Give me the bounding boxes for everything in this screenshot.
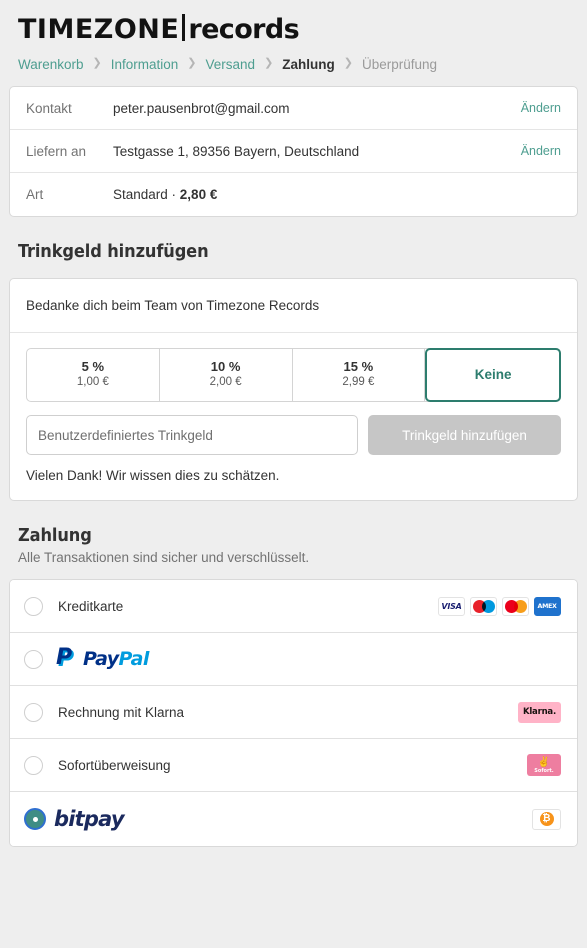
breadcrumb-item-information[interactable]: Information [111,57,179,72]
klarna-icon-wrap: Klarna. [517,701,561,723]
klarna-icon-text: Klarna. [522,707,556,717]
tip-heading: Trinkgeld hinzufügen [18,241,209,262]
custom-tip-input[interactable] [26,415,358,455]
tip-thanks-text: Vielen Dank! Wir wissen dies zu schätzen… [26,468,280,483]
payment-option-sofort[interactable]: Sofortüberweisung ✌ Sofort. [10,739,577,792]
payment-option-bitpay[interactable]: bitpay ₿ [10,792,577,846]
maestro-circles [472,599,495,613]
payment-option-credit-card[interactable]: Kreditkarte VISA AMEX [10,580,577,633]
payment-label-paypal: P P PayPal [56,645,561,672]
tip-option-none[interactable]: Keine [425,348,561,402]
store-logo[interactable]: TIMEZONE records [9,0,578,47]
review-value-shipping-address: Testgasse 1, 89356 Bayern, Deutschland [113,143,360,159]
logo-part-records: records [188,13,300,45]
mastercard-icon [502,596,529,616]
chevron-right-icon: ❯ [264,57,274,69]
sofort-icon-wrap: ✌ Sofort. [527,754,561,776]
radio-bitpay[interactable] [24,808,46,830]
visa-icon: VISA [438,596,465,616]
review-label-shipping-method: Art [26,187,44,202]
shipping-method-price: 2,80 € [179,187,218,202]
paypal-word-pal: Pal [118,648,150,670]
tip-option-10[interactable]: 10 % 2,00 € [159,349,293,401]
payment-label-sofort: Sofortüberweisung [58,757,171,773]
change-shipping-address-link[interactable]: Ändern [521,144,561,158]
tip-option-15-percent: 15 % [343,359,374,375]
radio-klarna[interactable] [24,702,43,722]
tip-option-none-label: Keine [474,366,512,382]
review-row-contact: Kontakt peter.pausenbrot@gmail.com Änder… [10,87,577,130]
chevron-right-icon: ❯ [92,57,102,69]
review-label-shipping-address: Liefern an [26,143,87,159]
visa-icon-text: VISA [441,601,462,611]
radio-paypal[interactable] [24,649,43,669]
logo-divider-bar [182,13,186,41]
logo-part-timezone: TIMEZONE [18,13,180,45]
breadcrumb-item-warenkorb[interactable]: Warenkorb [18,57,84,72]
tip-option-5-amount: 1,00 € [76,376,109,389]
tip-option-10-percent: 10 % [210,359,241,375]
paypal-wordmark: PayPal [83,648,149,670]
payment-section: Zahlung Alle Transaktionen sind sicher u… [9,525,578,847]
paypal-word-pay: Pay [83,648,119,670]
review-label-contact: Kontakt [26,100,72,116]
chevron-right-icon: ❯ [343,57,353,69]
review-row-shipping-method: Art Standard · 2,80 € [10,173,577,216]
bitcoin-icon-wrap: ₿ [532,808,561,830]
payment-subtitle: Alle Transaktionen sind sicher und versc… [18,550,310,565]
tip-option-15-amount: 2,99 € [342,376,375,389]
tip-option-10-amount: 2,00 € [209,376,242,389]
checkout-page: TIMEZONE records Warenkorb ❯ Information… [0,0,587,847]
review-row-shipping-address: Liefern an Testgasse 1, 89356 Bayern, De… [10,130,577,173]
review-value-shipping-method: Standard · 2,80 € [113,187,561,202]
payment-option-paypal[interactable]: P P PayPal [10,633,577,686]
tip-option-5-percent: 5 % [81,359,105,375]
breadcrumb: Warenkorb ❯ Information ❯ Versand ❯ Zahl… [9,47,578,86]
sofort-hand-glyph: ✌ [537,756,551,768]
sofort-icon-text: Sofort. [534,767,554,774]
order-review-card: Kontakt peter.pausenbrot@gmail.com Änder… [9,86,578,217]
payment-heading: Zahlung [18,525,92,546]
bitpay-logo: bitpay [24,807,125,831]
card-brand-icons: VISA AMEX [438,596,561,616]
maestro-icon [470,596,497,616]
mastercard-circles [504,599,527,613]
radio-credit-card[interactable] [24,596,43,616]
paypal-mark-icon: P P [56,645,75,672]
change-contact-link[interactable]: Ändern [521,101,561,115]
chevron-right-icon: ❯ [187,57,197,69]
klarna-icon: Klarna. [517,701,561,723]
breadcrumb-item-zahlung: Zahlung [282,57,335,72]
payment-label-credit-card: Kreditkarte [58,598,124,614]
sofort-icon: ✌ Sofort. [527,754,561,776]
shipping-method-name: Standard · [113,187,180,202]
bitpay-wordmark: bitpay [54,807,125,831]
breadcrumb-item-ueberpruefung: Überprüfung [362,57,438,72]
tip-message: Bedanke dich beim Team von Timezone Reco… [10,279,577,333]
tip-option-5[interactable]: 5 % 1,00 € [27,349,160,401]
tip-card: Bedanke dich beim Team von Timezone Reco… [9,278,578,501]
payment-method-list: Kreditkarte VISA AMEX P P PayPal Rechnun… [9,579,578,847]
amex-icon: AMEX [534,596,561,616]
review-value-contact: peter.pausenbrot@gmail.com [113,100,290,116]
payment-label-klarna: Rechnung mit Klarna [58,704,185,720]
tip-option-15[interactable]: 15 % 2,99 € [292,349,426,401]
payment-option-klarna[interactable]: Rechnung mit Klarna Klarna. [10,686,577,739]
bitcoin-icon: ₿ [532,808,561,830]
add-tip-button[interactable]: Trinkgeld hinzufügen [368,415,561,455]
paypal-logo: P P PayPal [56,645,561,672]
tip-custom-row: Trinkgeld hinzufügen [26,415,561,455]
breadcrumb-item-versand[interactable]: Versand [206,57,256,72]
bitcoin-coin-glyph: ₿ [539,812,554,826]
tip-body: 5 % 1,00 € 10 % 2,00 € 15 % 2,99 € Keine [10,333,577,500]
tip-option-group: 5 % 1,00 € 10 % 2,00 € 15 % 2,99 € Keine [26,348,561,402]
tip-section: Trinkgeld hinzufügen Bedanke dich beim T… [9,241,578,501]
radio-sofort[interactable] [24,755,43,775]
amex-icon-text: AMEX [537,602,558,610]
store-logo-text: TIMEZONE records [18,11,300,45]
